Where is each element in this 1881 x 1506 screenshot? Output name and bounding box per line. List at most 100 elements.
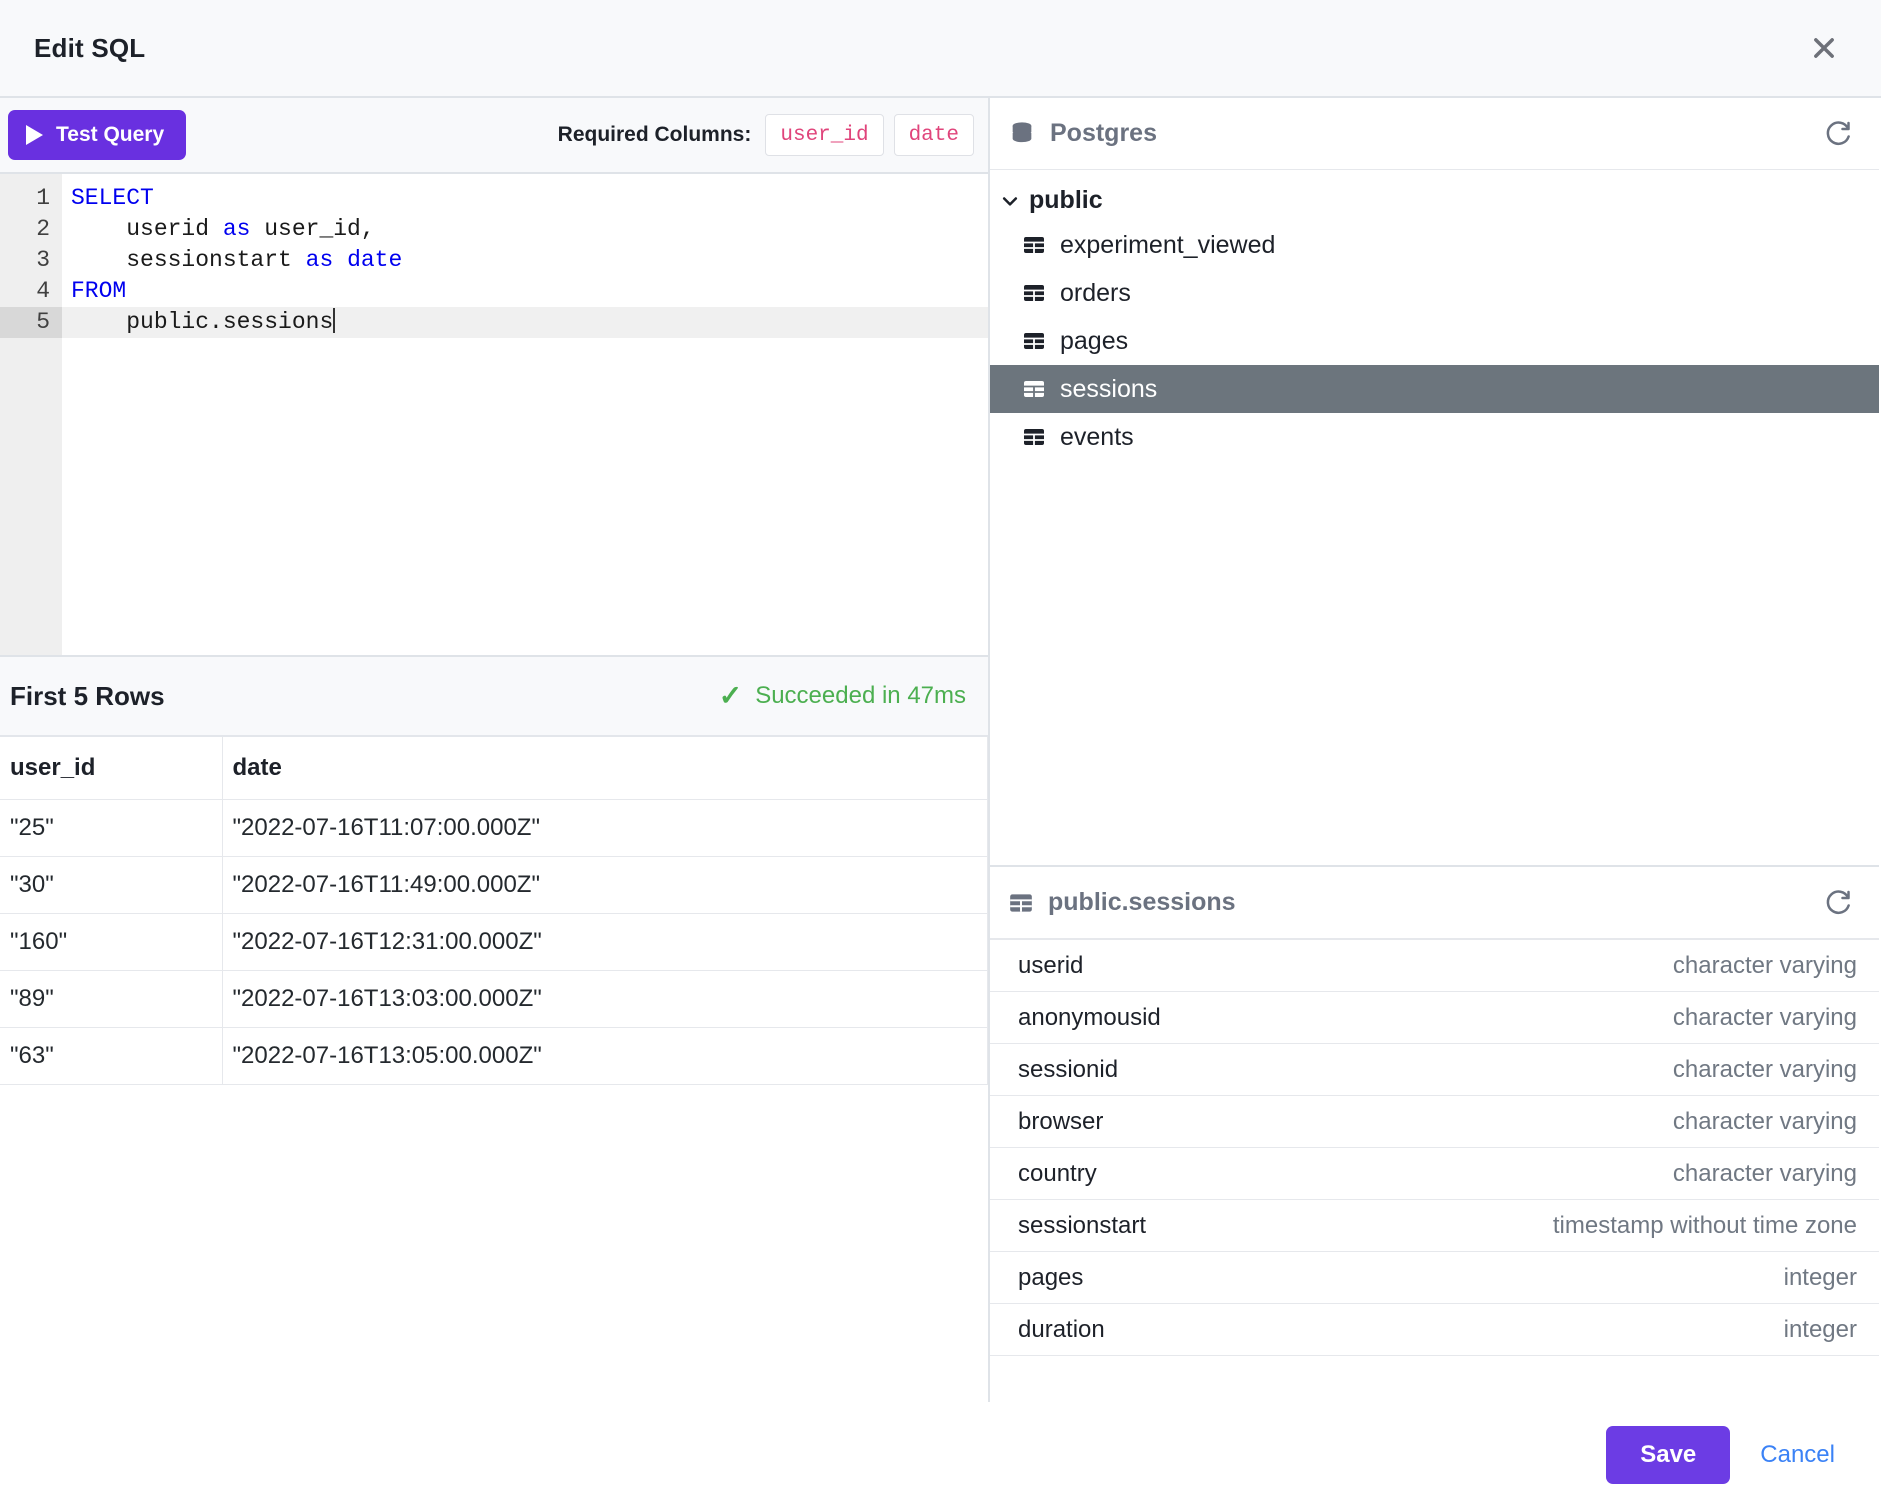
column-type: timestamp without time zone (1552, 1211, 1857, 1239)
text-cursor (333, 308, 336, 333)
column-name: sessionstart (1018, 1211, 1147, 1239)
database-panel-header: Postgres (990, 98, 1879, 170)
table-icon (1022, 233, 1046, 257)
columns-panel-title: public.sessions (1048, 888, 1236, 916)
refresh-columns-button[interactable] (1819, 884, 1857, 922)
table-label: experiment_viewed (1060, 230, 1276, 259)
editor-gutter: 1 2 3 4 5 (0, 174, 62, 656)
columns-panel-header: public.sessions (990, 867, 1879, 939)
schema-node-public[interactable]: public (990, 180, 1879, 221)
required-column-badge-date: date (893, 114, 974, 156)
cancel-button[interactable]: Cancel (1760, 1441, 1835, 1469)
editor-column: Test Query Required Columns: user_id dat… (0, 98, 990, 1402)
refresh-icon (1826, 120, 1850, 145)
dialog-title: Edit SQL (34, 32, 146, 63)
column-row: pages integer (990, 1252, 1879, 1304)
test-query-label: Test Query (56, 123, 165, 146)
table-label: pages (1060, 326, 1129, 355)
column-type: character varying (1672, 1107, 1857, 1135)
column-name: country (1018, 1159, 1097, 1187)
table-row: "89" "2022-07-16T13:03:00.000Z" (0, 970, 988, 1028)
column-type: integer (1783, 1263, 1857, 1291)
table-item-events[interactable]: events (990, 413, 1879, 461)
table-label: events (1060, 422, 1134, 451)
required-columns-label: Required Columns: (557, 123, 752, 146)
code-line-2: userid as user_id, (71, 216, 375, 242)
code-line-5-active: public.sessions (62, 307, 988, 338)
table-row: "30" "2022-07-16T11:49:00.000Z" (0, 856, 988, 914)
table-row: "25" "2022-07-16T11:07:00.000Z" (0, 799, 988, 857)
schema-tree: public experiment_viewed orders pages se… (990, 170, 1879, 867)
cell-user-id: "30" (0, 856, 223, 914)
table-item-pages[interactable]: pages (990, 317, 1879, 365)
schema-column: Postgres public experiment_viewed orders… (990, 98, 1879, 1402)
column-type: character varying (1672, 1003, 1857, 1031)
columns-panel: public.sessions userid character varying (990, 867, 1879, 1402)
results-title: First 5 Rows (10, 680, 165, 711)
dialog-body: Test Query Required Columns: user_id dat… (0, 98, 1881, 1402)
check-icon: ✓ (718, 680, 743, 712)
close-button[interactable] (1801, 25, 1847, 71)
database-name: Postgres (1050, 119, 1157, 147)
cell-user-id: "25" (0, 799, 223, 857)
column-row: sessionid character varying (990, 1044, 1879, 1096)
column-header-date: date (222, 737, 988, 800)
cell-date: "2022-07-16T13:03:00.000Z" (222, 970, 988, 1028)
code-line-4: FROM (71, 278, 127, 304)
column-header-user-id: user_id (0, 737, 223, 800)
column-name: browser (1018, 1107, 1104, 1135)
schema-label: public (1029, 186, 1103, 214)
code-line-3: sessionstart as date (71, 247, 403, 273)
save-button[interactable]: Save (1606, 1425, 1731, 1484)
column-name: pages (1018, 1263, 1084, 1291)
line-number: 1 (36, 185, 50, 211)
close-icon (1814, 38, 1834, 58)
database-icon (1012, 121, 1032, 142)
refresh-schema-button[interactable] (1819, 115, 1857, 153)
table-icon (1022, 377, 1046, 401)
results-header: First 5 Rows ✓ Succeeded in 47ms (0, 655, 988, 738)
refresh-icon (1826, 889, 1850, 914)
column-row: userid character varying (990, 940, 1879, 992)
column-type: character varying (1672, 1159, 1857, 1187)
sql-editor[interactable]: 1 2 3 4 5 SELECT userid as user_id, sess… (0, 174, 988, 656)
column-name: duration (1018, 1315, 1105, 1343)
editor-toolbar: Test Query Required Columns: user_id dat… (0, 98, 988, 174)
cell-user-id: "63" (0, 1027, 223, 1085)
results-table-wrap: user_id date "25" "2022-07-16T11:07:00.0… (0, 737, 988, 1402)
column-name: anonymousid (1018, 1003, 1161, 1031)
required-column-badge-user-id: user_id (765, 114, 884, 156)
line-number: 3 (36, 247, 50, 273)
column-name: userid (1018, 951, 1084, 979)
cell-date: "2022-07-16T11:07:00.000Z" (222, 799, 988, 857)
line-number: 4 (36, 278, 50, 304)
table-icon (1022, 329, 1046, 353)
columns-list: userid character varying anonymousid cha… (990, 939, 1879, 1402)
column-type: integer (1783, 1315, 1857, 1343)
column-row: sessionstart timestamp without time zone (990, 1200, 1879, 1252)
status-text: Succeeded in 47ms (755, 682, 966, 710)
line-number-active: 5 (0, 307, 62, 338)
test-query-button[interactable]: Test Query (8, 110, 187, 160)
dialog-titlebar: Edit SQL (0, 0, 1881, 98)
play-icon (26, 125, 43, 145)
edit-sql-dialog: Edit SQL Test Query Required Columns: us… (0, 0, 1881, 1506)
table-item-experiment-viewed[interactable]: experiment_viewed (990, 221, 1879, 269)
table-icon (1022, 281, 1046, 305)
column-name: sessionid (1018, 1055, 1119, 1083)
cell-user-id: "89" (0, 970, 223, 1028)
table-item-sessions[interactable]: sessions (990, 365, 1879, 413)
editor-code-area[interactable]: SELECT userid as user_id, sessionstart a… (62, 174, 988, 655)
table-icon (1022, 425, 1046, 449)
table-label: sessions (1060, 374, 1158, 403)
line-number: 2 (36, 216, 50, 242)
table-icon (1008, 890, 1034, 916)
column-row: duration integer (990, 1304, 1879, 1356)
column-row: country character varying (990, 1148, 1879, 1200)
table-item-orders[interactable]: orders (990, 269, 1879, 317)
table-row: "63" "2022-07-16T13:05:00.000Z" (0, 1027, 988, 1085)
table-header-row: user_id date (0, 737, 988, 800)
results-table: user_id date "25" "2022-07-16T11:07:00.0… (0, 737, 988, 1085)
column-row: anonymousid character varying (990, 992, 1879, 1044)
dialog-footer: Save Cancel (0, 1402, 1881, 1506)
